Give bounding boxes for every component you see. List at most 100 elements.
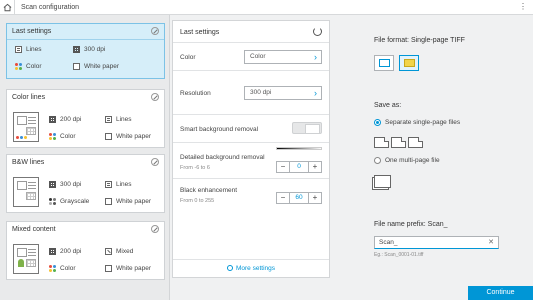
- save-as-label: Save as:: [374, 102, 402, 109]
- format-option-selected[interactable]: [399, 55, 419, 71]
- edit-icon[interactable]: [151, 158, 159, 166]
- color-label: Color: [180, 54, 196, 61]
- clear-icon[interactable]: ✕: [488, 237, 494, 248]
- color-icon: [49, 133, 56, 140]
- resolution-value: 300 dpi: [250, 89, 272, 96]
- file-format-label: File format: Single-page TIFF: [374, 37, 465, 44]
- option-label: Color: [26, 63, 42, 70]
- paper-icon: [105, 133, 112, 140]
- radio-separate-files[interactable]: [374, 119, 381, 126]
- more-settings-link[interactable]: More settings: [173, 259, 329, 277]
- home-icon: [3, 3, 11, 11]
- chevron-right-icon: ›: [314, 52, 317, 62]
- detailed-bg-value[interactable]: 0: [289, 162, 309, 172]
- smart-bg-toggle[interactable]: [292, 122, 322, 134]
- option-label: White paper: [116, 265, 152, 272]
- preset-option: White paper: [105, 133, 151, 140]
- preset-card-mixed-content[interactable]: Mixed content 200 dpi Mixed Color White …: [6, 221, 165, 280]
- black-enhancement-stepper[interactable]: − 60 +: [276, 192, 322, 204]
- resolution-setting-row: Resolution 300 dpi ›: [173, 71, 329, 115]
- preset-option: Color: [15, 63, 42, 70]
- settings-icon: [226, 265, 233, 271]
- lines-icon: [105, 181, 112, 188]
- smart-bg-row: Smart background removal: [173, 115, 329, 143]
- option-label: White paper: [116, 198, 152, 205]
- preset-thumbnail: [13, 112, 39, 142]
- preset-card-bw-lines[interactable]: B&W lines 300 dpi Lines Grayscale White …: [6, 154, 165, 213]
- detailed-bg-range: From -6 to 6: [180, 165, 210, 171]
- black-enhancement-row: Black enhancement From 0 to 255 − 60 +: [173, 179, 329, 209]
- option-label: Color: [60, 133, 76, 140]
- multi-page-icon: [374, 175, 391, 188]
- option-label: White paper: [116, 133, 152, 140]
- preset-option: 200 dpi: [49, 248, 81, 255]
- detailed-bg-stepper[interactable]: − 0 +: [276, 161, 322, 173]
- prefix-input[interactable]: Scan_ ✕: [374, 236, 499, 249]
- separate-files-label: Separate single-page files: [385, 119, 461, 126]
- option-label: 300 dpi: [84, 46, 106, 53]
- decrement-button[interactable]: −: [277, 162, 289, 172]
- mixed-icon: [105, 248, 112, 255]
- preset-option: 300 dpi: [49, 181, 81, 188]
- preset-option: Lines: [105, 116, 132, 123]
- chevron-right-icon: ›: [314, 88, 317, 98]
- color-select[interactable]: Color ›: [244, 50, 322, 64]
- edit-icon[interactable]: [151, 93, 159, 101]
- option-label: Lines: [116, 181, 132, 188]
- preset-option: White paper: [105, 198, 151, 205]
- color-value: Color: [250, 53, 266, 60]
- output-panel: File format: Single-page TIFF Save as: S…: [336, 15, 533, 285]
- settings-panel: Last settings Color Color › Resolution 30…: [172, 20, 330, 278]
- grayscale-icon: [49, 198, 56, 205]
- more-options-icon[interactable]: ⋮: [519, 2, 527, 11]
- resolution-label: Resolution: [180, 90, 211, 97]
- preset-option: Color: [49, 265, 76, 272]
- resolution-select[interactable]: 300 dpi ›: [244, 86, 322, 100]
- reset-icon[interactable]: [313, 27, 322, 36]
- page-title: Scan configuration: [21, 3, 79, 11]
- preset-option: Lines: [105, 181, 132, 188]
- preset-thumbnail: [13, 177, 39, 207]
- settings-title: Last settings: [180, 29, 220, 36]
- color-icon: [15, 63, 22, 70]
- black-enhancement-range: From 0 to 255: [180, 198, 215, 204]
- option-label: 300 dpi: [60, 181, 82, 188]
- multi-page-label: One multi-page file: [385, 157, 440, 164]
- preset-list: Last settings Lines 300 dpi Color White …: [0, 15, 170, 300]
- format-option-tiff[interactable]: [374, 55, 394, 71]
- increment-button[interactable]: +: [309, 162, 321, 172]
- prefix-hint: Eg.: Scan_0001-01.tiff: [374, 252, 424, 258]
- preset-title: B&W lines: [12, 159, 45, 166]
- color-icon: [49, 265, 56, 272]
- preset-option: Grayscale: [49, 198, 89, 205]
- preset-option: 300 dpi: [73, 46, 105, 53]
- settings-header: Last settings: [173, 21, 329, 43]
- more-settings-label: More settings: [235, 265, 276, 272]
- black-enhancement-label: Black enhancement: [180, 187, 238, 194]
- image-icon: [404, 59, 415, 67]
- preset-card-last-settings[interactable]: Last settings Lines 300 dpi Color White …: [6, 23, 165, 79]
- option-label: Color: [60, 265, 76, 272]
- option-label: White paper: [84, 63, 120, 70]
- paper-icon: [73, 63, 80, 70]
- resolution-icon: [73, 46, 80, 53]
- prefix-value: Scan_: [379, 239, 398, 246]
- detailed-bg-row: Detailed background removal From -6 to 6…: [173, 143, 329, 179]
- increment-button[interactable]: +: [309, 193, 321, 203]
- preset-option: White paper: [105, 265, 151, 272]
- prefix-label: File name prefix: Scan_: [374, 221, 448, 228]
- resolution-icon: [49, 181, 56, 188]
- black-enhancement-value[interactable]: 60: [289, 193, 309, 203]
- home-button[interactable]: [0, 0, 15, 15]
- radio-multi-page[interactable]: [374, 157, 381, 164]
- top-bar: Scan configuration ⋮: [0, 0, 533, 15]
- paper-icon: [105, 198, 112, 205]
- lines-icon: [15, 46, 22, 53]
- smart-bg-label: Smart background removal: [180, 126, 259, 133]
- edit-icon[interactable]: [151, 225, 159, 233]
- continue-button[interactable]: Continue: [468, 286, 533, 300]
- edit-icon[interactable]: [151, 27, 159, 35]
- decrement-button[interactable]: −: [277, 193, 289, 203]
- preset-title: Last settings: [12, 28, 52, 35]
- preset-card-color-lines[interactable]: Color lines 200 dpi Lines Color White pa…: [6, 89, 165, 148]
